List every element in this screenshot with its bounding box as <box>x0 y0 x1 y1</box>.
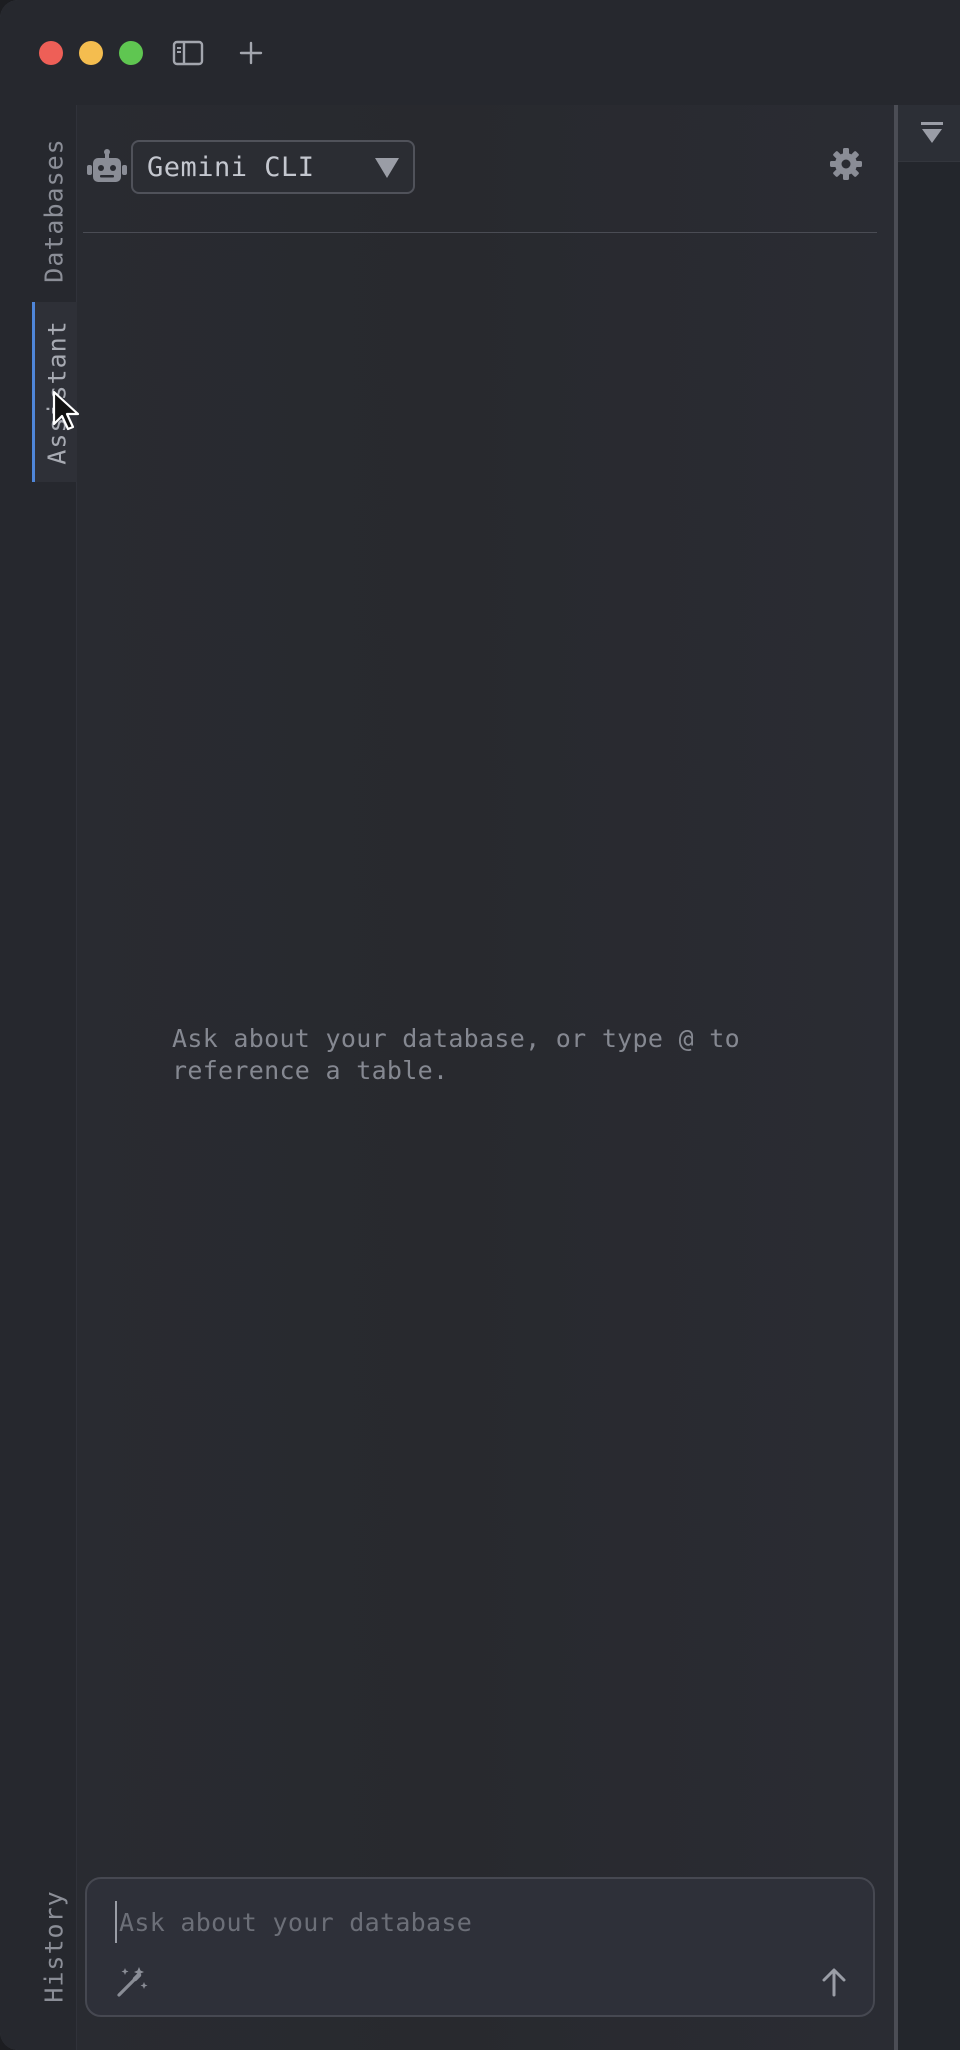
send-arrow-icon[interactable] <box>817 1965 851 1999</box>
agent-select[interactable]: Gemini CLI <box>131 140 415 194</box>
assistant-header: Gemini CLI <box>83 105 877 233</box>
assistant-panel: Gemini CLI Ask about your database, or t… <box>77 105 894 2050</box>
sidebar-toggle-icon <box>172 40 204 66</box>
app-window: Databases Assistant History Gemini CLI A… <box>0 0 960 2050</box>
chevron-down-icon <box>375 158 399 178</box>
message-composer <box>85 1877 875 2017</box>
zoom-window-button[interactable] <box>119 41 143 65</box>
right-panel-toolbar <box>898 105 960 162</box>
new-tab-button[interactable] <box>236 38 266 68</box>
empty-state-message: Ask about your database, or type @ to re… <box>172 1024 740 1085</box>
title-bar <box>0 0 960 105</box>
magic-wand-icon[interactable] <box>115 1965 149 1999</box>
agent-select-value: Gemini CLI <box>147 151 315 183</box>
robot-icon <box>87 149 127 182</box>
close-window-button[interactable] <box>39 41 63 65</box>
right-panel <box>898 105 960 2050</box>
sidebar-toggle-button[interactable] <box>172 38 204 68</box>
mouse-cursor-icon <box>52 390 80 431</box>
message-input[interactable] <box>115 1901 841 1943</box>
tab-history-label: History <box>39 1889 69 2003</box>
minimize-window-button[interactable] <box>79 41 103 65</box>
tab-history[interactable]: History <box>32 1876 76 2016</box>
plus-icon <box>239 41 263 65</box>
filter-icon[interactable] <box>918 119 946 147</box>
tab-databases-label: Databases <box>39 137 69 283</box>
tab-databases[interactable]: Databases <box>32 130 76 290</box>
gear-icon[interactable] <box>829 147 863 181</box>
